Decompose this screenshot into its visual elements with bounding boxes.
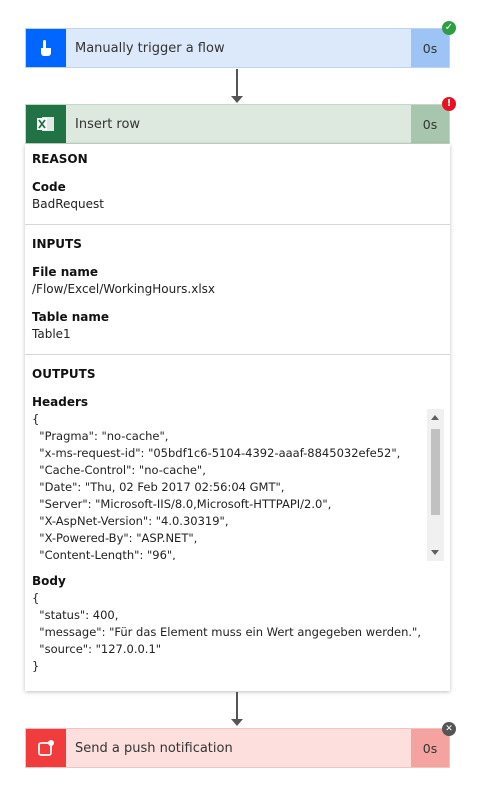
checkmark-icon: ✓ <box>442 21 456 35</box>
trigger-step-duration: 0s <box>411 29 449 67</box>
inputs-heading: INPUTS <box>32 237 82 251</box>
headers-line: "Date": "Thu, 02 Feb 2017 02:56:04 GMT", <box>32 480 285 494</box>
excel-icon <box>26 105 66 143</box>
body-line: } <box>32 659 40 673</box>
headers-line: { <box>32 412 40 426</box>
connector-arrow <box>231 96 243 103</box>
run-details-panel: REASON Code BadRequest INPUTS File name … <box>25 144 450 691</box>
notification-icon <box>26 729 66 767</box>
scroll-down-arrow-icon[interactable] <box>431 550 439 555</box>
trigger-step-title: Manually trigger a flow <box>75 40 225 56</box>
trigger-step[interactable]: Manually trigger a flow 0s <box>25 28 450 68</box>
headers-line: "Server": "Microsoft-IIS/8.0,Microsoft-H… <box>32 497 332 511</box>
headers-line: "Pragma": "no-cache", <box>32 429 169 443</box>
insert-row-step[interactable]: Insert row 0s <box>25 104 450 144</box>
reason-heading: REASON <box>32 152 88 166</box>
body-label: Body <box>32 574 66 588</box>
file-name-value: /Flow/Excel/WorkingHours.xlsx <box>32 282 216 296</box>
section-divider <box>25 354 450 355</box>
headers-line: "X-Powered-By": "ASP.NET", <box>32 531 198 545</box>
insert-row-step-duration: 0s <box>411 105 449 143</box>
body-line: "message": "Für das Element muss ein Wer… <box>32 625 421 639</box>
insert-row-step-title: Insert row <box>75 116 141 132</box>
body-line: "source": "127.0.0.1" <box>32 642 162 656</box>
exclamation-icon: ! <box>442 97 456 111</box>
push-notification-step[interactable]: Send a push notification 0s <box>25 728 450 768</box>
headers-label: Headers <box>32 395 89 409</box>
code-value: BadRequest <box>32 197 104 211</box>
headers-line: "X-AspNet-Version": "4.0.30319", <box>32 514 229 528</box>
headers-line: "Content-Length": "96", <box>32 548 176 560</box>
body-line: { <box>32 591 40 605</box>
connector-arrow <box>231 719 243 726</box>
headers-line: "Cache-Control": "no-cache", <box>32 463 206 477</box>
close-icon: ✕ <box>442 722 456 736</box>
code-label: Code <box>32 180 66 194</box>
table-name-label: Table name <box>32 310 110 324</box>
section-divider <box>25 224 450 225</box>
headers-scrollbar[interactable] <box>427 409 444 561</box>
hand-tap-icon <box>26 29 66 67</box>
file-name-label: File name <box>32 265 99 279</box>
body-line: "status": 400, <box>32 608 119 622</box>
push-notification-step-duration: 0s <box>411 729 449 767</box>
push-notification-step-title: Send a push notification <box>75 740 233 756</box>
headers-line: "x-ms-request-id": "05bdf1c6-5104-4392-a… <box>32 446 401 460</box>
table-name-value: Table1 <box>32 327 71 341</box>
scrollbar-thumb[interactable] <box>431 429 440 515</box>
connector-line <box>236 69 238 96</box>
connector-line <box>236 692 238 719</box>
outputs-heading: OUTPUTS <box>32 367 96 381</box>
scroll-up-arrow-icon[interactable] <box>431 415 439 420</box>
